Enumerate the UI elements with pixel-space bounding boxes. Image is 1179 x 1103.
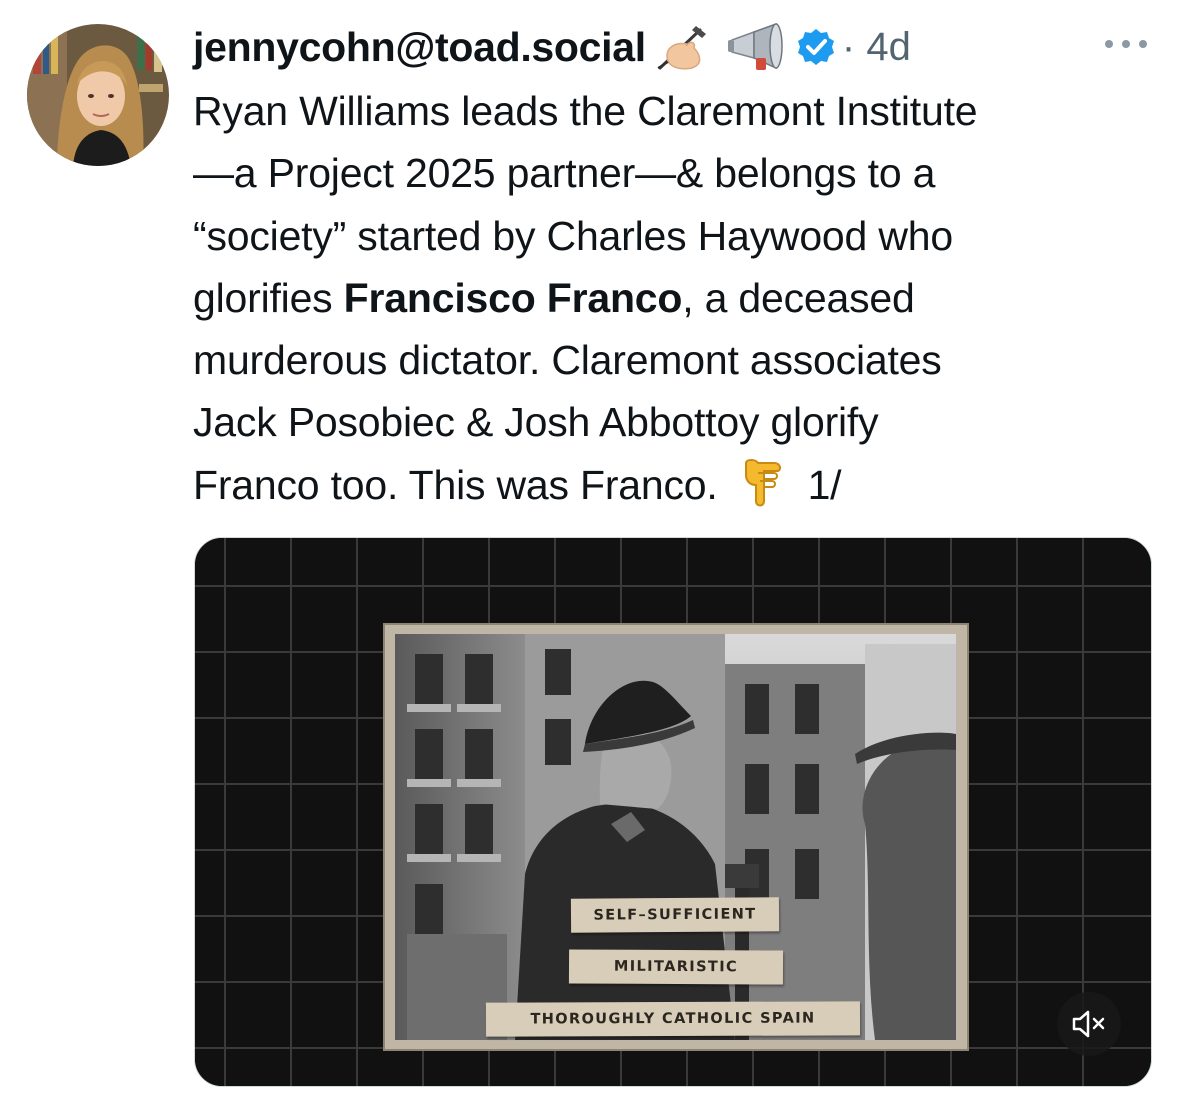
backhand-index-pointing-down-icon: [740, 457, 786, 509]
video-frame-card: SELF–SUFFICIENT MILITARISTIC THOROUGHLY …: [383, 623, 969, 1051]
post-text-line: murderous dictator. Claremont associates: [193, 337, 942, 384]
post-text-line: Ryan Williams leads the Claremont Instit…: [193, 88, 978, 134]
caption-label: SELF–SUFFICIENT: [570, 897, 780, 933]
author-handle[interactable]: jennycohn@toad.social: [193, 24, 646, 71]
post-text-line: —a Project 2025 partner—& belongs to a: [193, 150, 936, 197]
verified-badge-icon[interactable]: [796, 27, 836, 67]
post-text-segment: Franco too. This was Franco.: [193, 461, 718, 508]
volume-muted-icon[interactable]: [1057, 992, 1121, 1056]
post-text-segment: glorifies: [193, 274, 344, 321]
post-time[interactable]: 4d: [866, 25, 911, 69]
writing-hand-icon: [656, 22, 716, 72]
post-text-bold: Francisco Franco: [343, 274, 683, 321]
post-text-line: glorifies Francisco Franco, a deceased: [193, 267, 1153, 329]
post-text: Ryan Williams leads the Claremont Instit…: [193, 80, 1153, 516]
post-text-line: “society” started by Charles Haywood who: [193, 212, 953, 259]
caption-label: THOROUGHLY CATHOLIC SPAIN: [485, 1001, 861, 1037]
video-player[interactable]: SELF–SUFFICIENT MILITARISTIC THOROUGHLY …: [194, 537, 1152, 1087]
meta-separator: ·: [841, 24, 856, 69]
post-text-line: Jack Posobiec & Josh Abbottoy glorify: [193, 399, 879, 446]
more-options-icon[interactable]: [1101, 32, 1151, 56]
post-meta: · 4d: [842, 25, 911, 70]
author-avatar[interactable]: [27, 24, 169, 166]
caption-label: MILITARISTIC: [568, 949, 784, 985]
thread-counter: 1/: [807, 461, 842, 508]
post: jennycohn@toad.social · 4d Ryan Williams…: [0, 0, 1179, 1103]
megaphone-icon: [726, 22, 790, 72]
post-text-segment: , a deceased: [682, 274, 915, 321]
post-header: jennycohn@toad.social · 4d: [193, 18, 911, 76]
post-text-line: Franco too. This was Franco. 1/: [193, 454, 1153, 516]
